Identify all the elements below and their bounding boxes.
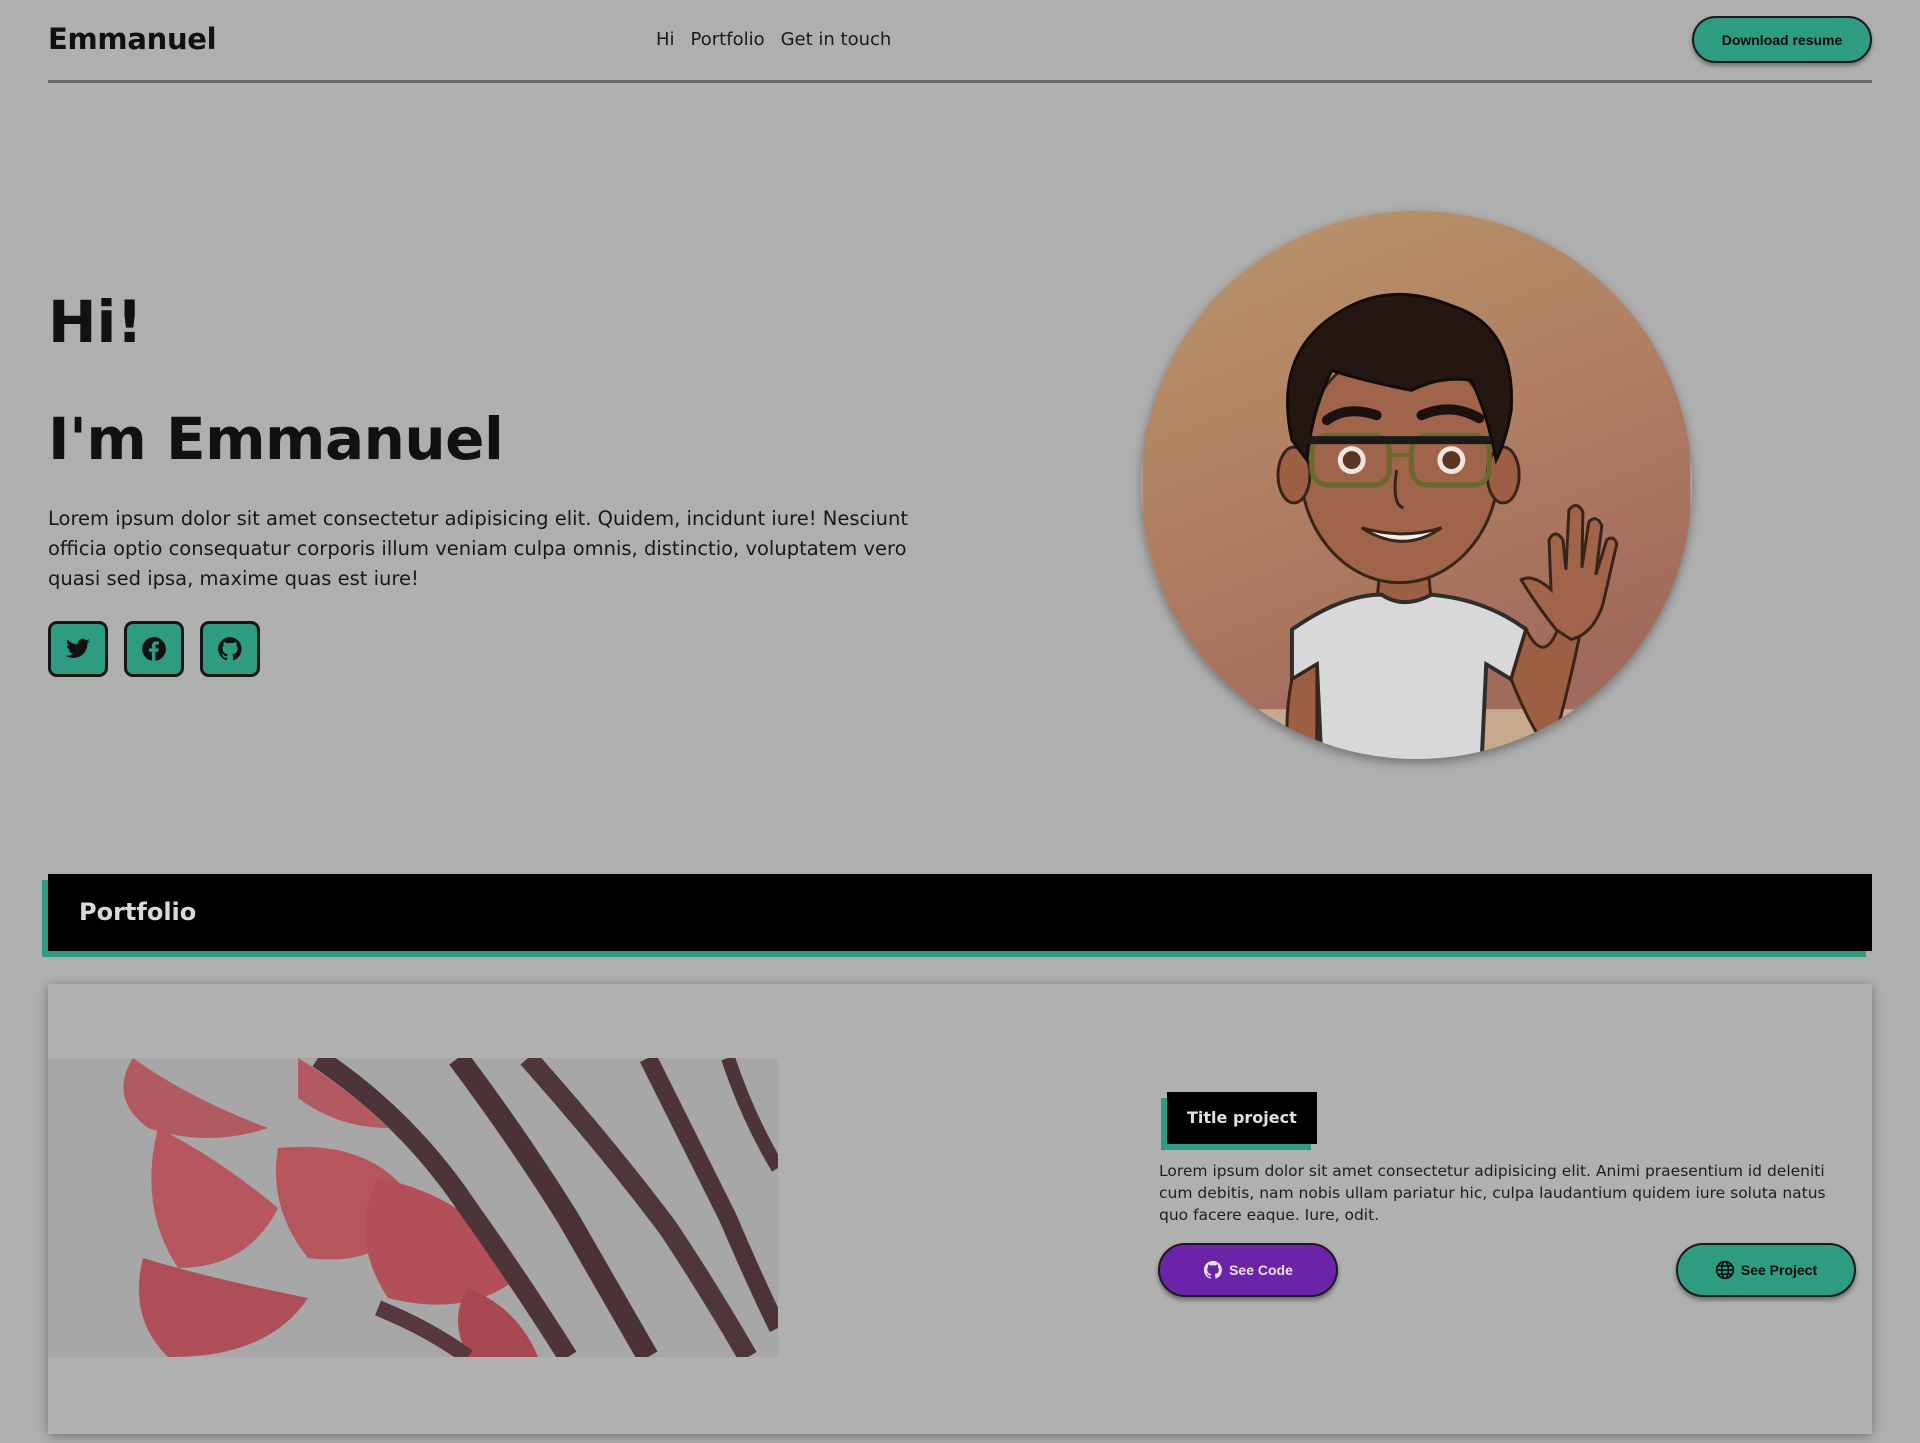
github-icon [1203, 1260, 1222, 1279]
hero-greeting: Hi! [48, 288, 143, 356]
download-resume-button[interactable]: Download resume [1692, 16, 1872, 63]
social-links [48, 621, 260, 677]
portfolio-title: Portfolio [79, 898, 197, 926]
see-project-button[interactable]: See Project [1676, 1243, 1856, 1297]
github-icon [218, 637, 242, 661]
hero-name: I'm Emmanuel [48, 405, 504, 473]
nav-link-hi[interactable]: Hi [656, 29, 675, 50]
see-code-label: See Code [1229, 1262, 1293, 1278]
facebook-button[interactable] [124, 621, 184, 677]
brand-logo[interactable]: Emmanuel [48, 22, 217, 56]
hero-description: Lorem ipsum dolor sit amet consectetur a… [48, 507, 909, 590]
main-nav: Hi Portfolio Get in touch [656, 29, 891, 50]
see-code-button[interactable]: See Code [1158, 1243, 1338, 1297]
project-image [48, 1058, 778, 1357]
project-description: Lorem ipsum dolor sit amet consectetur a… [1159, 1162, 1826, 1224]
nav-link-get-in-touch[interactable]: Get in touch [781, 29, 892, 50]
see-project-label: See Project [1740, 1262, 1818, 1278]
portfolio-section-header: Portfolio [48, 874, 1872, 951]
avatar [1141, 211, 1692, 759]
project-title: Title project [1167, 1092, 1317, 1144]
site-header: Emmanuel Hi Portfolio Get in touch Downl… [48, 0, 1872, 83]
twitter-icon [66, 638, 90, 658]
globe-icon [1715, 1260, 1735, 1280]
github-button[interactable] [200, 621, 260, 677]
flower-photo [48, 1058, 778, 1357]
nav-link-portfolio[interactable]: Portfolio [691, 29, 765, 50]
project-card: Title project Lorem ipsum dolor sit amet… [48, 984, 1872, 1434]
facebook-icon [142, 637, 166, 661]
twitter-button[interactable] [48, 621, 108, 677]
avatar-illustration [1142, 211, 1691, 759]
